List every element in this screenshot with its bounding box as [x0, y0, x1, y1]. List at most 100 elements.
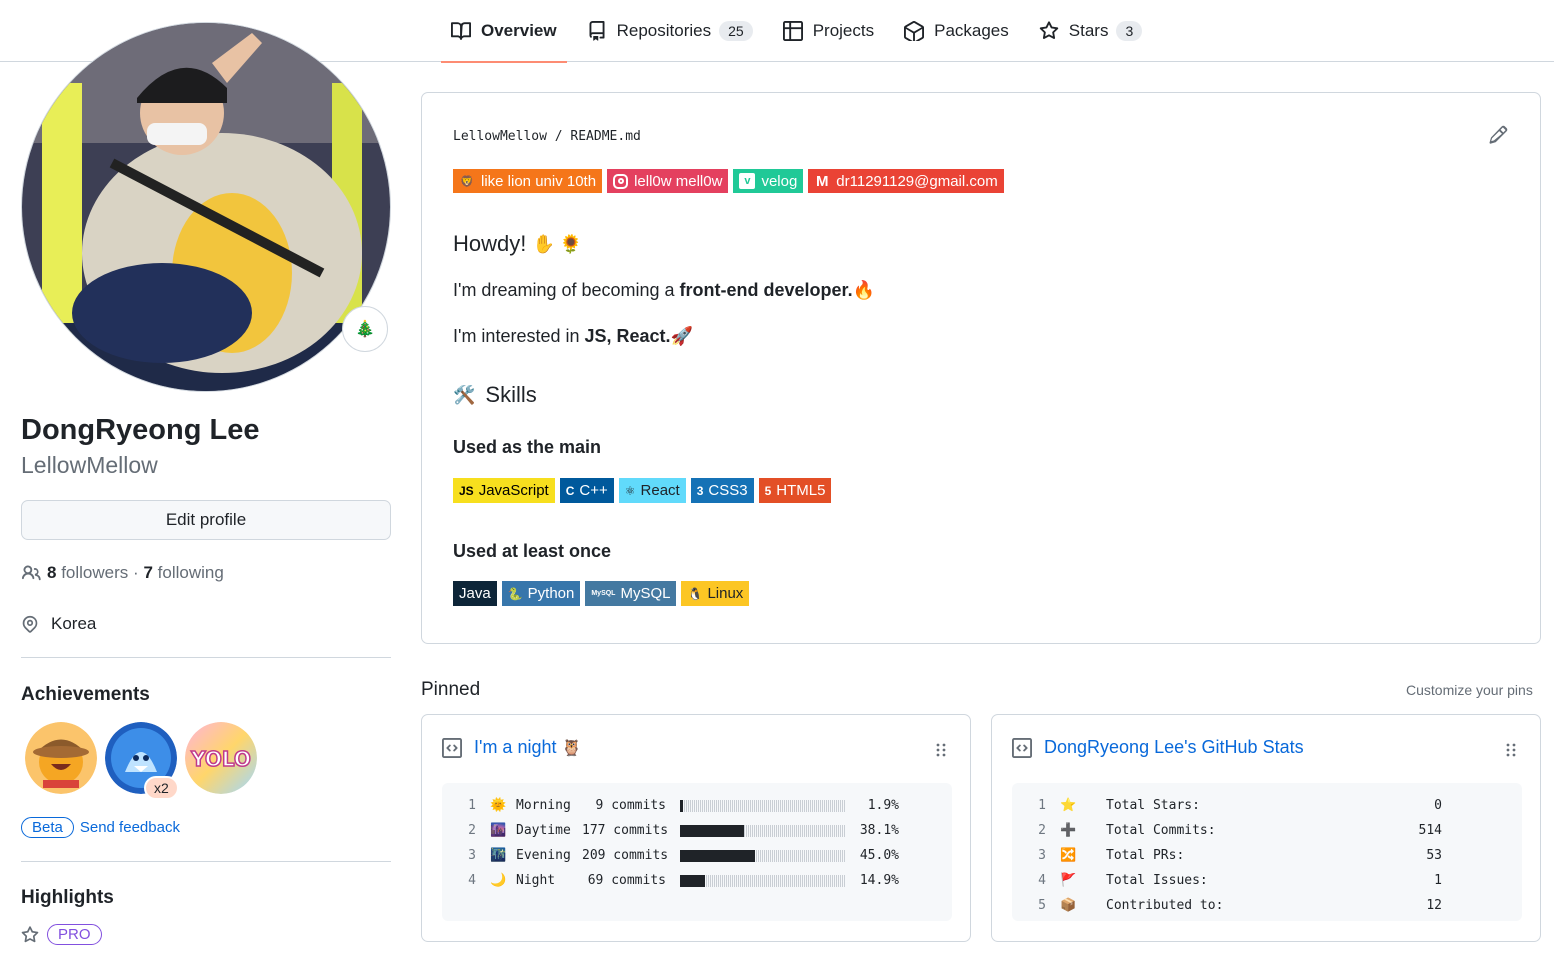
gist-link[interactable]: DongRyeong Lee's GitHub Stats — [1012, 737, 1304, 758]
stars-count: 3 — [1116, 21, 1143, 41]
percentage: 38.1% — [859, 823, 899, 838]
achievement-quickdraw[interactable] — [25, 722, 97, 794]
stat-label: Contributed to: — [1106, 898, 1224, 913]
avatar[interactable] — [21, 22, 391, 392]
badge-instagram[interactable]: lell0w mell0w — [607, 169, 729, 193]
tab-projects[interactable]: Projects — [773, 0, 884, 62]
grabber-icon — [936, 743, 946, 757]
stat-label: Total Commits: — [1106, 823, 1216, 838]
tab-packages[interactable]: Packages — [894, 0, 1019, 62]
send-feedback-link[interactable]: Send feedback — [80, 819, 180, 836]
achievement-yolo[interactable]: YOLO — [185, 722, 257, 794]
stat-value: 514 — [1418, 823, 1442, 838]
table-row: 3 🔀 Total PRs: 53 — [1012, 843, 1522, 868]
pro-highlight: PRO — [21, 924, 102, 945]
drag-handle[interactable] — [936, 743, 946, 762]
star-icon — [21, 925, 39, 942]
tab-label: Projects — [812, 21, 875, 40]
stat-value: 1 — [1434, 873, 1442, 888]
line-number: 3 — [468, 848, 476, 863]
code-square-icon — [1012, 737, 1032, 758]
skill-badge[interactable]: 🐧 Linux — [681, 581, 750, 606]
intro-bold: front-end developer. — [679, 280, 853, 300]
tools-icon: 🛠️ — [453, 384, 476, 405]
edit-readme-button[interactable] — [1488, 125, 1508, 150]
progress-bar — [680, 799, 845, 812]
skill-badge[interactable]: 3 CSS3 — [690, 478, 754, 503]
tab-label: Stars — [1068, 21, 1109, 40]
edit-profile-button[interactable]: Edit profile — [21, 500, 391, 540]
progress-fill — [680, 874, 705, 887]
following-label: following — [157, 563, 224, 582]
skill-badge[interactable]: 🐍 Python — [501, 581, 581, 606]
pinned-title: Pinned — [421, 679, 481, 700]
stat-value: 12 — [1426, 898, 1442, 913]
followers-link[interactable]: 8 followers — [47, 563, 128, 583]
location-text: Korea — [51, 614, 97, 633]
badge-velog[interactable]: v velog — [733, 169, 804, 193]
divider — [21, 861, 391, 862]
badge-label: velog — [761, 172, 798, 190]
skill-label: Python — [527, 585, 575, 602]
stat-value: 53 — [1426, 848, 1442, 863]
tab-stars[interactable]: Stars 3 — [1029, 0, 1152, 62]
stat-value: 0 — [1434, 798, 1442, 813]
intro-paragraph-2: I'm interested in JS, React.🚀 — [453, 326, 693, 347]
badge-likelion[interactable]: 🦁 like lion univ 10th — [453, 169, 603, 193]
skills-title: Skills — [485, 382, 537, 407]
stat-label: Total PRs: — [1106, 848, 1185, 863]
skill-badge[interactable]: C C++ — [559, 478, 614, 503]
tab-overview[interactable]: Overview — [441, 0, 567, 63]
time-of-day-icon: 🌃 — [490, 848, 507, 863]
highlights-title: Highlights — [21, 887, 114, 908]
owl-icon: 🦉 — [561, 739, 582, 757]
follow-info: 8 followers · 7 following — [21, 563, 224, 583]
tab-repositories[interactable]: Repositories 25 — [577, 0, 763, 62]
line-number: 4 — [468, 873, 476, 888]
avatar-photo — [22, 23, 390, 391]
skill-badge[interactable]: JS JavaScript — [453, 478, 555, 503]
repositories-count: 25 — [719, 21, 753, 41]
follow-separator: · — [133, 563, 139, 582]
skill-logo-icon: C — [565, 483, 575, 498]
book-icon — [451, 22, 471, 40]
velog-icon: v — [739, 173, 756, 189]
gist-link[interactable]: I'm a night 🦉 — [442, 737, 581, 758]
intro-paragraph-1: I'm dreaming of becoming a front-end dev… — [453, 280, 875, 301]
progress-bar — [680, 849, 845, 862]
progress-fill — [680, 824, 744, 837]
pinned-card-night: I'm a night 🦉 1 🌞 Morning 9 commits 1.9% 2 🌆 Da… — [421, 714, 971, 942]
status-emoji-button[interactable]: 🎄 — [342, 306, 388, 352]
line-number: 5 — [1038, 898, 1046, 913]
skill-badge[interactable]: MySQL MySQL — [585, 581, 677, 606]
following-count: 7 — [143, 563, 153, 582]
readme-file[interactable]: README.md — [570, 129, 640, 144]
time-of-day-icon: 🌆 — [490, 823, 507, 838]
badge-gmail[interactable]: M dr11291129@gmail.com — [808, 169, 1004, 193]
badge-label: dr11291129@gmail.com — [836, 172, 998, 190]
skill-logo-icon: 3 — [696, 483, 704, 498]
readme-card: LellowMellow / README.md 🦁 like lion uni… — [421, 92, 1541, 644]
skill-badge[interactable]: Java — [453, 581, 497, 606]
readme-owner[interactable]: LellowMellow — [453, 129, 547, 144]
skill-label: C++ — [579, 482, 608, 499]
stat-icon: ⭐ — [1060, 798, 1077, 813]
intro-bold: JS, React. — [584, 326, 671, 346]
drag-handle[interactable] — [1506, 743, 1516, 762]
progress-fill — [680, 849, 755, 862]
achievements-title: Achievements — [21, 684, 150, 705]
skill-label: MySQL — [620, 585, 671, 602]
tab-label: Overview — [481, 21, 557, 40]
customize-pins-link[interactable]: Customize your pins — [1406, 682, 1533, 698]
commit-count: 209 commits — [582, 848, 669, 863]
table-icon — [782, 21, 803, 41]
achievement-multiplier: x2 — [144, 776, 179, 800]
skill-badge[interactable]: ⚛ React — [618, 478, 686, 503]
following-link[interactable]: 7 following — [143, 563, 223, 583]
percentage: 1.9% — [867, 798, 899, 813]
fire-icon: 🔥 — [852, 280, 875, 300]
skill-badge[interactable]: 5 HTML5 — [758, 478, 832, 503]
commit-time-table: 1 🌞 Morning 9 commits 1.9% 2 🌆 Daytime 177 commi… — [442, 783, 952, 921]
stat-icon: 📦 — [1060, 898, 1077, 913]
divider — [21, 657, 391, 658]
